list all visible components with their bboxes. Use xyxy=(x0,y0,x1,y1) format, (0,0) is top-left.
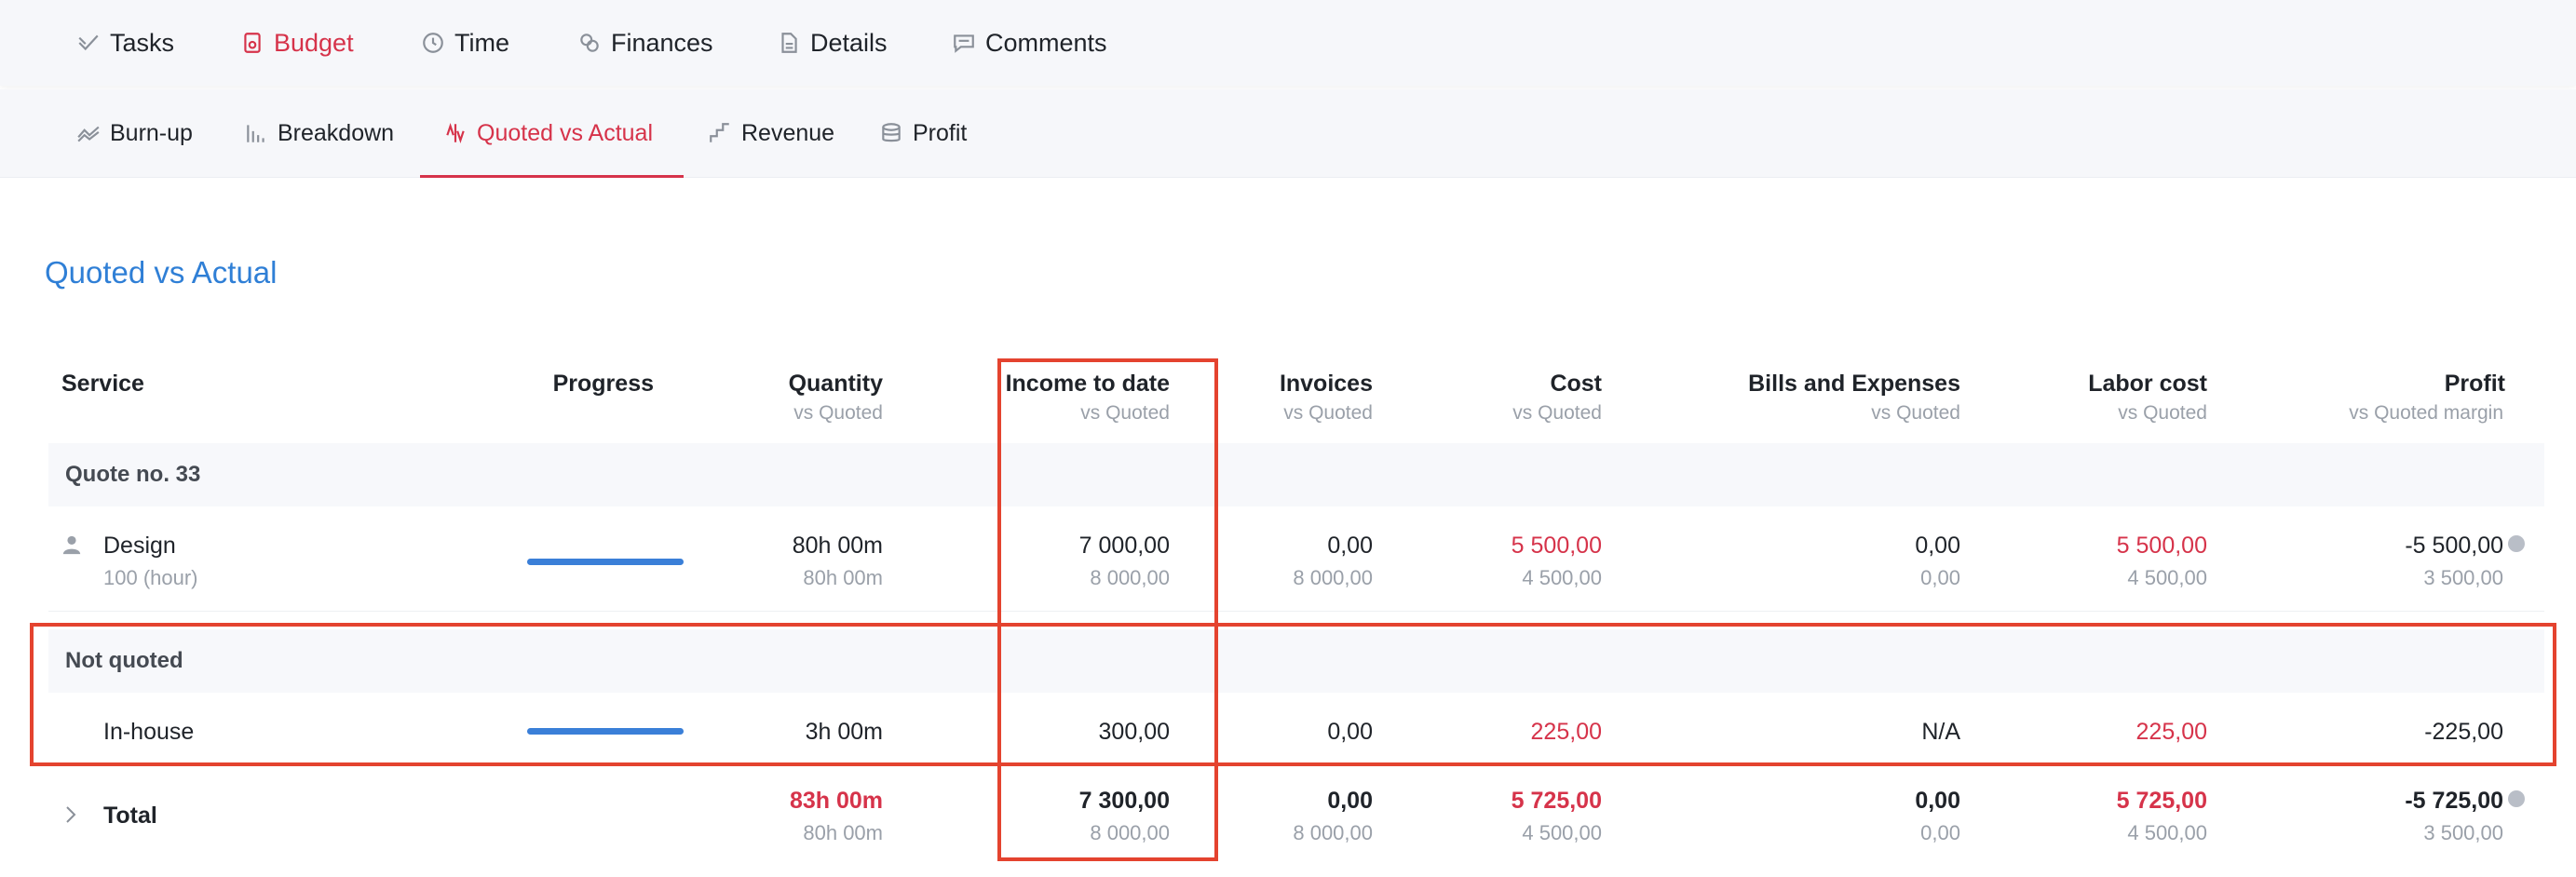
subtab-label: Revenue xyxy=(741,119,835,146)
header-invoices[interactable]: Invoices xyxy=(1192,371,1373,398)
group-row-quote xyxy=(48,443,2544,506)
progress-bar xyxy=(527,559,684,565)
total-profit: -5 725,00 xyxy=(2405,788,2503,814)
page-title: Quoted vs Actual xyxy=(45,255,278,290)
subtab-burn-up[interactable]: Burn-up xyxy=(76,89,193,177)
profit-status-dot xyxy=(2508,790,2525,807)
subtab-revenue[interactable]: Revenue xyxy=(708,89,834,177)
header-service[interactable]: Service xyxy=(61,371,144,398)
header-bills-sub: vs Quoted xyxy=(1871,402,1960,424)
stack-coins-icon xyxy=(882,123,901,142)
header-cost[interactable]: Cost xyxy=(1397,371,1602,398)
total-quantity-quoted: 80h 00m xyxy=(803,821,883,844)
labor-quoted: 4 500,00 xyxy=(2127,566,2207,589)
quantity-value: 80h 00m xyxy=(792,533,883,559)
subtab-breakdown[interactable]: Breakdown xyxy=(244,89,394,177)
service-sub: 100 (hour) xyxy=(103,566,198,589)
tab-budget[interactable]: Budget xyxy=(240,0,354,86)
tab-comments[interactable]: Comments xyxy=(952,0,1107,86)
subtab-label: Burn-up xyxy=(110,119,193,146)
subtab-label: Breakdown xyxy=(278,119,395,146)
coins-icon xyxy=(580,34,599,52)
chevron-right-icon[interactable] xyxy=(63,804,78,825)
tab-time[interactable]: Time xyxy=(421,0,509,86)
cost-quoted: 4 500,00 xyxy=(1522,566,1602,589)
highlight-income-column xyxy=(997,358,1218,861)
subtab-profit[interactable]: Profit xyxy=(879,89,967,177)
bills-quoted: 0,00 xyxy=(1920,566,1960,589)
user-icon xyxy=(62,535,81,555)
sub-nav: Burn-up Breakdown Quoted vs Actual Reven… xyxy=(0,89,2576,178)
invoices-value: 0,00 xyxy=(1327,533,1373,559)
comment-icon xyxy=(954,34,974,53)
total-labor-quoted: 4 500,00 xyxy=(2127,821,2207,844)
tab-label: Tasks xyxy=(110,28,175,57)
header-labor-sub: vs Quoted xyxy=(2118,402,2207,424)
header-quantity-sub: vs Quoted xyxy=(793,402,883,424)
check-icon xyxy=(78,34,99,51)
tab-details[interactable]: Details xyxy=(777,0,888,86)
tab-label: Budget xyxy=(274,28,354,57)
progress-fill xyxy=(527,559,684,565)
tab-label: Time xyxy=(454,28,509,57)
total-bills: 0,00 xyxy=(1915,788,1960,814)
header-cost-sub: vs Quoted xyxy=(1512,402,1602,424)
bars-icon xyxy=(247,125,264,142)
compare-icon xyxy=(446,122,465,144)
tab-label: Details xyxy=(810,28,888,57)
total-cost: 5 725,00 xyxy=(1511,788,1602,814)
total-label[interactable]: Total xyxy=(103,803,157,830)
header-profit[interactable]: Profit xyxy=(2254,371,2505,398)
revenue-icon xyxy=(710,123,729,142)
document-icon xyxy=(781,33,797,53)
header-quantity[interactable]: Quantity xyxy=(652,371,883,398)
top-nav: Tasks Budget Time Finances Details Comme… xyxy=(0,0,2576,86)
row-divider xyxy=(48,611,2544,612)
total-quantity: 83h 00m xyxy=(789,788,883,814)
total-profit-quoted: 3 500,00 xyxy=(2423,821,2503,844)
quantity-quoted: 80h 00m xyxy=(803,566,883,589)
tab-label: Comments xyxy=(985,28,1107,57)
subtab-label: Profit xyxy=(913,119,968,146)
service-name[interactable]: Design xyxy=(103,533,176,560)
subtab-label: Quoted vs Actual xyxy=(477,119,654,146)
tab-finances[interactable]: Finances xyxy=(577,0,713,86)
budget-icon xyxy=(244,33,261,53)
invoices-quoted: 8 000,00 xyxy=(1293,566,1373,589)
total-invoices-quoted: 8 000,00 xyxy=(1293,821,1373,844)
highlight-not-quoted-group xyxy=(30,623,2556,766)
total-bills-quoted: 0,00 xyxy=(1920,821,1960,844)
header-profit-sub: vs Quoted margin xyxy=(2349,402,2503,424)
labor-value: 5 500,00 xyxy=(2116,533,2207,559)
profit-quoted: 3 500,00 xyxy=(2423,566,2503,589)
cost-value: 5 500,00 xyxy=(1511,533,1602,559)
profit-value: -5 500,00 xyxy=(2405,533,2503,559)
tab-label: Finances xyxy=(611,28,713,57)
bills-value: 0,00 xyxy=(1915,533,1960,559)
subtab-quoted-vs-actual[interactable]: Quoted vs Actual xyxy=(443,89,653,177)
header-bills[interactable]: Bills and Expenses xyxy=(1658,371,1960,398)
header-progress[interactable]: Progress xyxy=(466,371,654,398)
active-subtab-underline xyxy=(420,175,684,178)
tab-tasks[interactable]: Tasks xyxy=(76,0,174,86)
total-labor: 5 725,00 xyxy=(2116,788,2207,814)
clock-icon xyxy=(423,33,443,53)
header-invoices-sub: vs Quoted xyxy=(1283,402,1373,424)
total-invoices: 0,00 xyxy=(1327,788,1373,814)
burnup-icon xyxy=(77,126,100,142)
group-label: Quote no. 33 xyxy=(65,462,201,487)
header-labor[interactable]: Labor cost xyxy=(2012,371,2207,398)
total-cost-quoted: 4 500,00 xyxy=(1522,821,1602,844)
profit-status-dot xyxy=(2508,535,2525,552)
